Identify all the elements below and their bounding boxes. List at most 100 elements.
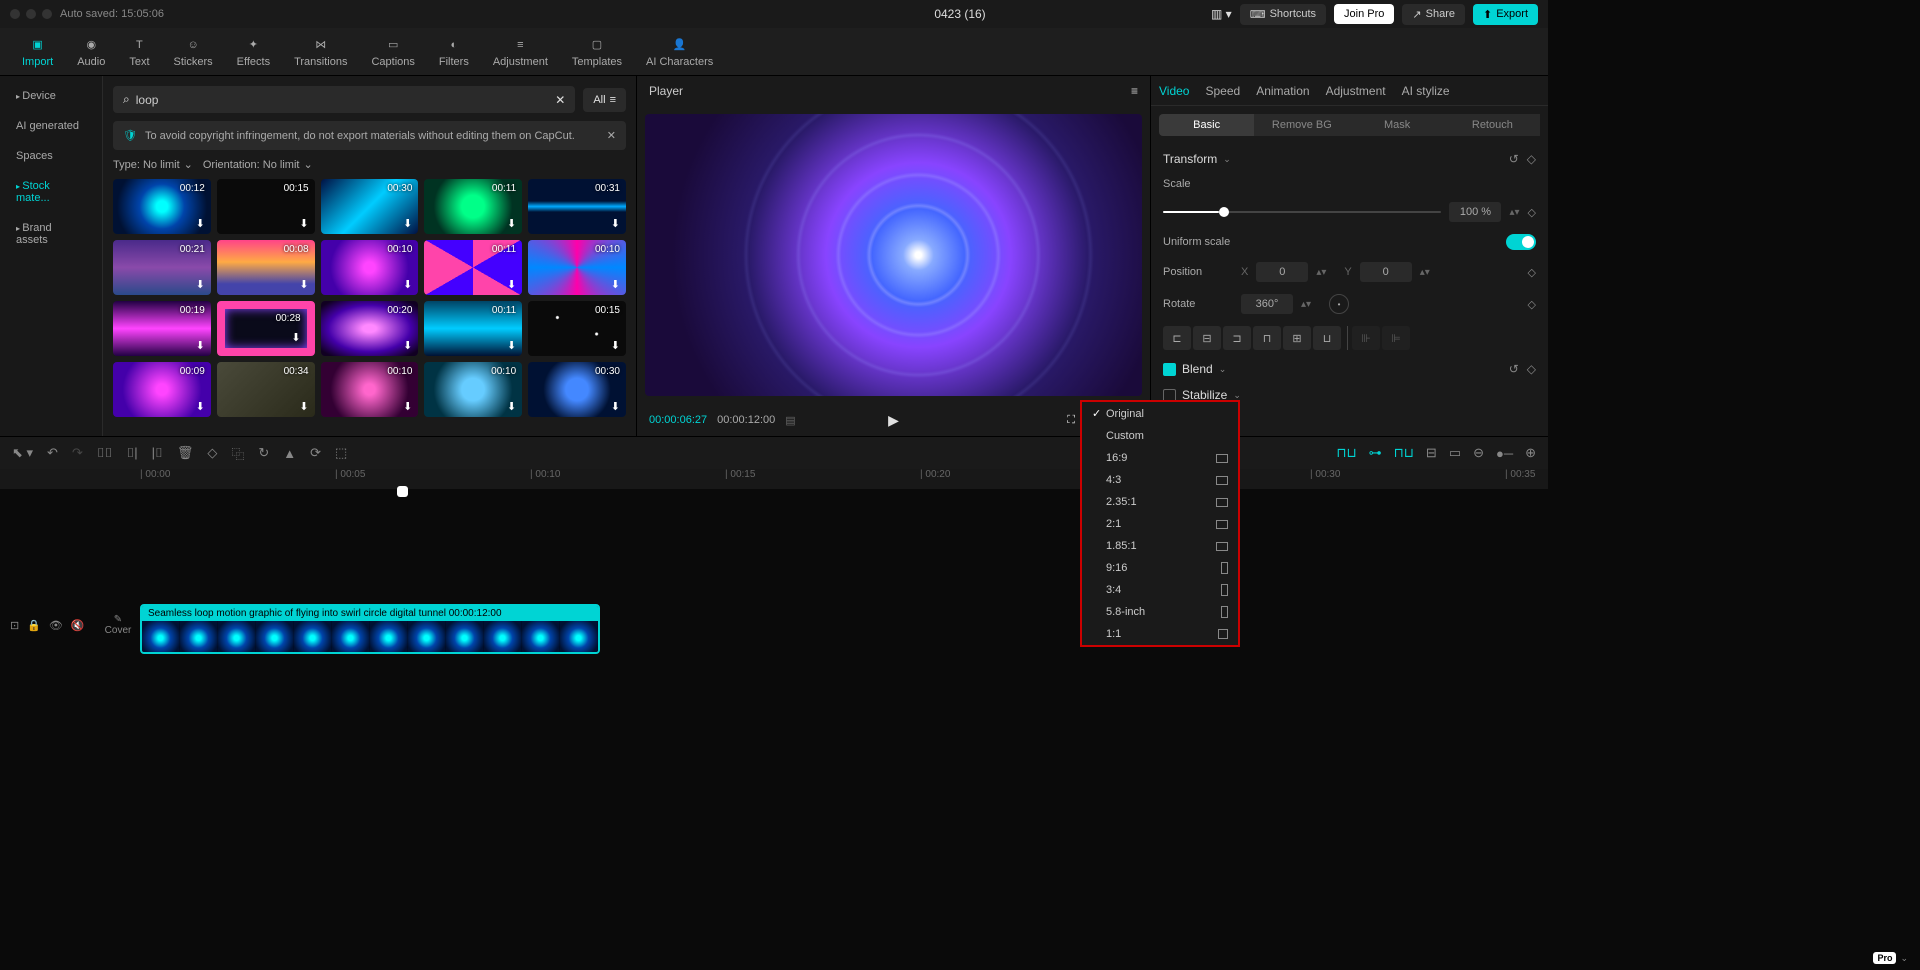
position-y-input[interactable]: 0 — [1360, 262, 1412, 282]
download-icon[interactable]: ⬇ — [196, 400, 205, 413]
tl-mute-icon[interactable]: 🔇 — [71, 619, 85, 632]
keyframe-icon[interactable]: ◇ — [1527, 362, 1536, 376]
chevron-down-icon[interactable]: ⌄ — [1223, 154, 1231, 165]
snap-tool[interactable]: ⊓⊔ — [1394, 445, 1414, 461]
diamond-tool[interactable]: ◇ — [207, 445, 217, 461]
sidebar-spaces[interactable]: Spaces — [6, 142, 96, 170]
ratio-option[interactable]: Custom — [1082, 425, 1238, 447]
tab-filters[interactable]: ◐ Filters — [427, 32, 481, 72]
chevron-down-icon[interactable]: ⌄ — [1233, 390, 1241, 401]
download-icon[interactable]: ⬇ — [403, 217, 412, 230]
redo-button[interactable]: ↷ — [72, 445, 83, 461]
media-thumb[interactable]: 00:12⬇ — [113, 179, 211, 234]
mirror-tool[interactable]: ▲ — [283, 446, 296, 461]
type-filter[interactable]: Type: No limit ⌄ — [113, 158, 193, 171]
align-center-v[interactable]: ⊞ — [1283, 326, 1311, 350]
zoom-in-tool[interactable]: ⊕ — [1525, 445, 1536, 461]
media-thumb[interactable]: 00:10⬇ — [528, 240, 626, 295]
minimize-window[interactable] — [26, 9, 36, 19]
subtab-retouch[interactable]: Retouch — [1445, 114, 1540, 136]
media-thumb[interactable]: 00:15⬇ — [217, 179, 315, 234]
position-x-input[interactable]: 0 — [1256, 262, 1308, 282]
download-icon[interactable]: ⬇ — [611, 217, 620, 230]
ratio-option[interactable]: 1.85:1 — [1082, 535, 1238, 557]
magnet-tool[interactable]: ⊓⊔ — [1336, 445, 1356, 461]
tab-audio[interactable]: ◉ Audio — [65, 32, 117, 72]
delete-tool[interactable]: 🗑 — [177, 445, 194, 461]
keyframe-icon[interactable]: ◇ — [1528, 206, 1536, 219]
media-thumb[interactable]: 00:30⬇ — [321, 179, 419, 234]
media-thumb[interactable]: 00:34⬇ — [217, 362, 315, 417]
reset-icon[interactable]: ↺ — [1509, 152, 1519, 166]
preview-tool[interactable]: ⊟ — [1426, 445, 1437, 461]
ratio-option[interactable]: 4:3 — [1082, 469, 1238, 491]
share-button[interactable]: ↗ Share — [1402, 4, 1465, 25]
subtitle-tool[interactable]: ▭ — [1449, 445, 1461, 461]
inspector-tab-ai-stylize[interactable]: AI stylize — [1402, 84, 1450, 98]
close-banner-icon[interactable]: ✕ — [607, 129, 616, 142]
download-icon[interactable]: ⬇ — [403, 339, 412, 352]
download-icon[interactable]: ⬇ — [196, 339, 205, 352]
inspector-tab-speed[interactable]: Speed — [1205, 84, 1240, 98]
download-icon[interactable]: ⬇ — [611, 400, 620, 413]
media-thumb[interactable]: 00:21⬇ — [113, 240, 211, 295]
ratio-option[interactable]: ✓Original — [1082, 402, 1238, 425]
media-thumb[interactable]: 00:20⬇ — [321, 301, 419, 356]
download-icon[interactable]: ⬇ — [291, 331, 300, 344]
ratio-option[interactable]: 3:4 — [1082, 579, 1238, 601]
scale-slider[interactable] — [1163, 211, 1441, 213]
download-icon[interactable]: ⬇ — [299, 217, 308, 230]
crop-preview-icon[interactable]: ⛶ — [1067, 414, 1075, 427]
rotate-dial-icon[interactable]: • — [1329, 294, 1349, 314]
cover-button[interactable]: ✎ Cover — [100, 614, 136, 636]
tab-effects[interactable]: ✦ Effects — [225, 32, 282, 72]
all-filter-button[interactable]: All ≡ — [583, 88, 626, 112]
sidebar-brand-assets[interactable]: Brand assets — [6, 214, 96, 254]
tab-stickers[interactable]: ☺ Stickers — [162, 32, 225, 72]
link-tool[interactable]: ⊶ — [1369, 445, 1382, 461]
reset-icon[interactable]: ↺ — [1509, 362, 1519, 376]
inspector-tab-video[interactable]: Video — [1159, 84, 1189, 98]
media-thumb[interactable]: 00:10⬇ — [321, 240, 419, 295]
sidebar-stock-materials[interactable]: Stock mate... — [6, 172, 96, 212]
chevron-down-icon[interactable]: ⌄ — [1219, 364, 1227, 375]
subtab-remove-bg[interactable]: Remove BG — [1254, 114, 1349, 136]
tab-templates[interactable]: ▢ Templates — [560, 32, 634, 72]
tl-eye-icon[interactable]: 👁 — [49, 619, 63, 632]
timeline-clip[interactable]: Seamless loop motion graphic of flying i… — [140, 604, 600, 654]
layout-icon[interactable]: ▥ ▾ — [1211, 7, 1232, 21]
ratio-option[interactable]: 1:1 — [1082, 623, 1238, 645]
player-viewport[interactable] — [645, 114, 1142, 396]
download-icon[interactable]: ⬇ — [507, 217, 516, 230]
media-thumb[interactable]: 00:11⬇ — [424, 301, 522, 356]
orientation-filter[interactable]: Orientation: No limit ⌄ — [203, 158, 313, 171]
tl-settings-icon[interactable]: ⊡ — [10, 619, 19, 632]
subtab-basic[interactable]: Basic — [1159, 114, 1254, 136]
zoom-slider[interactable]: ●─ — [1496, 446, 1513, 461]
tl-lock-icon[interactable]: 🔒 — [27, 619, 41, 632]
copy-tool[interactable]: ⿻ — [231, 444, 244, 463]
ratio-option[interactable]: 2.35:1 — [1082, 491, 1238, 513]
crop-tool[interactable]: ⬚ — [335, 445, 347, 461]
undo-button[interactable]: ↶ — [47, 445, 58, 461]
align-top[interactable]: ⊓ — [1253, 326, 1281, 350]
tab-text[interactable]: T Text — [117, 32, 161, 72]
download-icon[interactable]: ⬇ — [611, 339, 620, 352]
rotate-tool[interactable]: ⟳ — [310, 445, 321, 461]
media-thumb[interactable]: 00:10⬇ — [321, 362, 419, 417]
tab-captions[interactable]: ▭ Captions — [359, 32, 426, 72]
keyframe-icon[interactable]: ◇ — [1527, 152, 1536, 166]
sidebar-device[interactable]: Device — [6, 82, 96, 110]
tab-transitions[interactable]: ⋈ Transitions — [282, 32, 359, 72]
clear-search-icon[interactable]: ✕ — [555, 93, 565, 107]
blend-checkbox[interactable] — [1163, 363, 1176, 376]
export-button[interactable]: ⬆ Export — [1473, 4, 1538, 25]
distribute-h[interactable]: ⊪ — [1352, 326, 1380, 350]
close-window[interactable] — [10, 9, 20, 19]
download-icon[interactable]: ⬇ — [507, 339, 516, 352]
pointer-tool[interactable]: ⬉ ▾ — [12, 445, 33, 461]
rotate-input[interactable]: 360° — [1241, 294, 1293, 314]
play-button[interactable]: ▶ — [888, 412, 899, 429]
timeline-ruler[interactable]: | 00:00| 00:05| 00:10| 00:15| 00:20| 00:… — [0, 469, 1548, 489]
download-icon[interactable]: ⬇ — [299, 400, 308, 413]
